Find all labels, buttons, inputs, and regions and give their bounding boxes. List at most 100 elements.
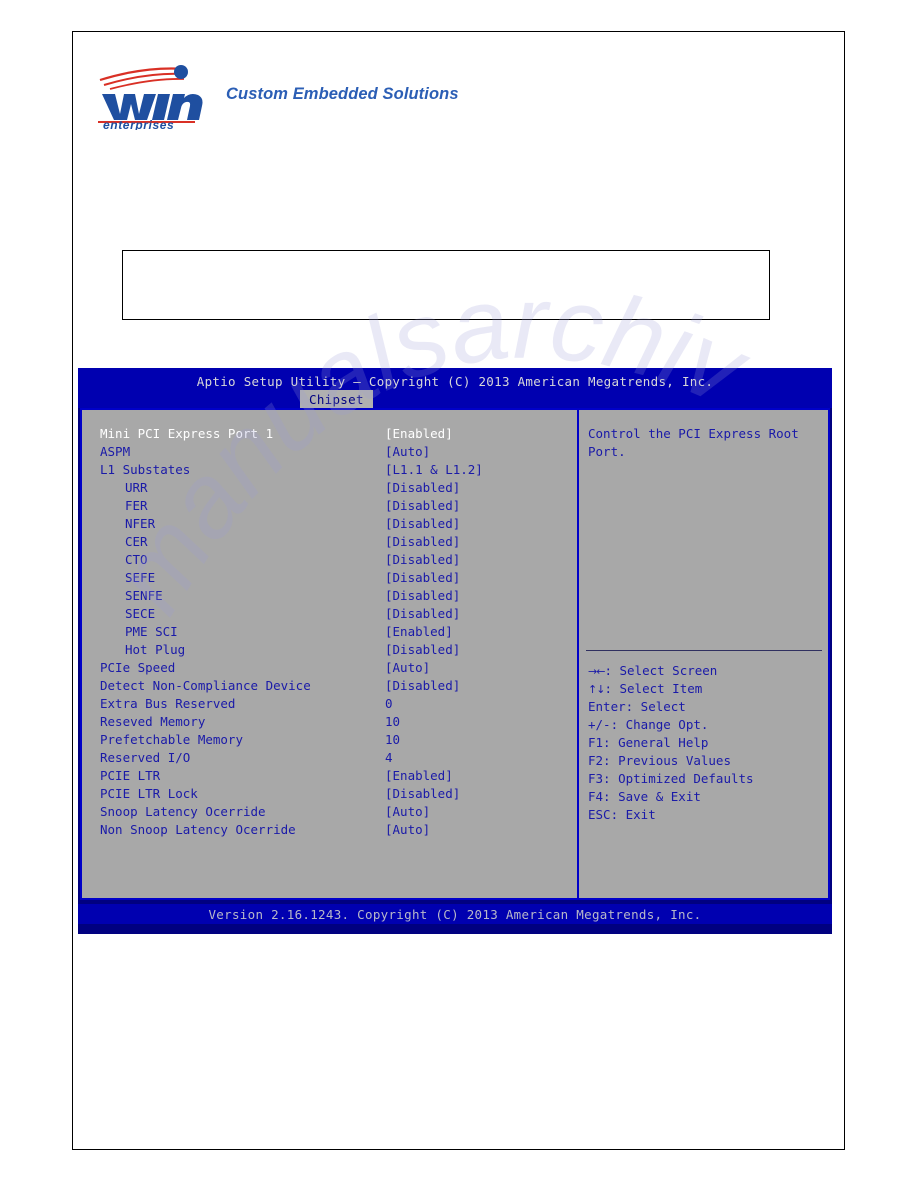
setting-label: Hot Plug (125, 642, 186, 657)
setting-value[interactable]: [Enabled] (385, 623, 453, 641)
arrow-keys-icon: ↑↓ (588, 683, 605, 696)
key-legend-row: →←: Select Screen (588, 662, 828, 680)
setting-label: PME SCI (125, 624, 178, 639)
setting-label: ASPM (100, 444, 131, 459)
setting-label: Snoop Latency Ocerride (100, 804, 266, 819)
setting-value[interactable]: [Disabled] (385, 533, 460, 551)
setting-label: PCIE LTR Lock (100, 786, 198, 801)
setting-value[interactable]: [Enabled] (385, 767, 453, 785)
setting-label: URR (125, 480, 148, 495)
setting-value[interactable]: [Disabled] (385, 677, 460, 695)
setting-value[interactable]: [Disabled] (385, 479, 460, 497)
key-legend-label: ESC: Exit (588, 807, 656, 822)
setting-label: FER (125, 498, 148, 513)
key-legend-row: F4: Save & Exit (588, 788, 828, 806)
setting-value[interactable]: [L1.1 & L1.2] (385, 461, 483, 479)
bios-help-panel: Control the PCI Express Root Port. →←: S… (581, 410, 828, 898)
key-legend-label: Enter: Select (588, 699, 686, 714)
setting-label: CER (125, 534, 148, 549)
key-legend-row: F1: General Help (588, 734, 828, 752)
setting-label: Extra Bus Reserved (100, 696, 236, 711)
setting-label: NFER (125, 516, 156, 531)
setting-row[interactable]: PME SCI [Enabled] (100, 623, 570, 641)
bios-title-text: Aptio Setup Utility – Copyright (C) 2013… (196, 374, 714, 389)
setting-value[interactable]: [Disabled] (385, 785, 460, 803)
setting-row[interactable]: NFER [Disabled] (100, 515, 570, 533)
setting-value[interactable]: [Disabled] (385, 551, 460, 569)
setting-row[interactable]: SENFE [Disabled] (100, 587, 570, 605)
company-logo-header: enterprises Custom Embedded Solutions (90, 58, 459, 130)
setting-row[interactable]: URR [Disabled] (100, 479, 570, 497)
setting-value[interactable]: 10 (385, 731, 400, 749)
setting-row[interactable]: L1 Substates [L1.1 & L1.2] (100, 461, 570, 479)
setting-value[interactable]: [Auto] (385, 821, 430, 839)
setting-label: PCIE LTR (100, 768, 161, 783)
setting-value[interactable]: [Disabled] (385, 515, 460, 533)
settings-list: Mini PCI Express Port 1 [Enabled] ASPM [Aut… (100, 425, 570, 839)
setting-value[interactable]: 4 (385, 749, 393, 767)
setting-label: SENFE (125, 588, 163, 603)
key-legend-row: F2: Previous Values (588, 752, 828, 770)
setting-row[interactable]: Detect Non-Compliance Device [Disabled] (100, 677, 570, 695)
logo-tagline: Custom Embedded Solutions (226, 84, 459, 103)
bios-settings-panel: Mini PCI Express Port 1 [Enabled] ASPM [Aut… (82, 410, 579, 898)
setting-row[interactable]: FER [Disabled] (100, 497, 570, 515)
setting-value[interactable]: [Disabled] (385, 587, 460, 605)
tab-chipset[interactable]: Chipset (300, 390, 373, 410)
setting-value[interactable]: [Enabled] (385, 425, 453, 443)
setting-label: SEFE (125, 570, 156, 585)
setting-value[interactable]: [Disabled] (385, 569, 460, 587)
setting-label: L1 Substates (100, 462, 191, 477)
setting-row[interactable]: PCIe Speed [Auto] (100, 659, 570, 677)
setting-label: Reseved Memory (100, 714, 206, 729)
setting-value[interactable]: [Auto] (385, 659, 430, 677)
key-legend-label: : Select Item (604, 681, 703, 696)
setting-row[interactable]: Non Snoop Latency Ocerride [Auto] (100, 821, 570, 839)
key-legend-label: F4: Save & Exit (588, 789, 701, 804)
setting-value[interactable]: 10 (385, 713, 400, 731)
setting-row[interactable]: Reseved Memory 10 (100, 713, 570, 731)
setting-label: Detect Non-Compliance Device (100, 678, 311, 693)
key-legend-row: F3: Optimized Defaults (588, 770, 828, 788)
setting-value[interactable]: [Auto] (385, 443, 430, 461)
bios-footer-bar: Version 2.16.1243. Copyright (C) 2013 Am… (78, 904, 832, 924)
win-enterprises-logo-icon: enterprises (90, 58, 208, 130)
key-legend-label: +/-: Change Opt. (588, 717, 709, 732)
svg-text:enterprises: enterprises (103, 118, 174, 130)
setting-row[interactable]: Extra Bus Reserved 0 (100, 695, 570, 713)
key-legend-list: →←: Select Screen ↑↓: Select Item Enter: S… (588, 662, 828, 824)
setting-row[interactable]: Hot Plug [Disabled] (100, 641, 570, 659)
setting-label: Reserved I/O (100, 750, 191, 765)
setting-row[interactable]: Snoop Latency Ocerride [Auto] (100, 803, 570, 821)
setting-row[interactable]: ASPM [Auto] (100, 443, 570, 461)
key-legend-row: ↑↓: Select Item (588, 680, 828, 698)
key-legend-label: F3: Optimized Defaults (588, 771, 754, 786)
setting-label: Non Snoop Latency Ocerride (100, 822, 296, 837)
setting-value[interactable]: [Disabled] (385, 497, 460, 515)
key-legend-label: F2: Previous Values (588, 753, 731, 768)
key-legend-label: F1: General Help (588, 735, 709, 750)
setting-label: SECE (125, 606, 156, 621)
setting-value[interactable]: [Auto] (385, 803, 430, 821)
setting-label: PCIe Speed (100, 660, 176, 675)
setting-row[interactable]: Prefetchable Memory 10 (100, 731, 570, 749)
bios-setup-screen: Aptio Setup Utility – Copyright (C) 2013… (78, 368, 832, 934)
arrow-keys-icon: →← (588, 665, 605, 678)
setting-row[interactable]: CER [Disabled] (100, 533, 570, 551)
setting-row[interactable]: Mini PCI Express Port 1 [Enabled] (100, 425, 570, 443)
setting-label: Mini PCI Express Port 1 (100, 426, 274, 441)
setting-value[interactable]: [Disabled] (385, 605, 460, 623)
setting-row[interactable]: SECE [Disabled] (100, 605, 570, 623)
setting-row[interactable]: PCIE LTR Lock [Disabled] (100, 785, 570, 803)
setting-label: Prefetchable Memory (100, 732, 243, 747)
bios-version-text: Version 2.16.1243. Copyright (C) 2013 Am… (208, 907, 702, 922)
setting-value[interactable]: 0 (385, 695, 393, 713)
empty-content-box (122, 250, 770, 320)
setting-row[interactable]: CTO [Disabled] (100, 551, 570, 569)
key-legend-row: ESC: Exit (588, 806, 828, 824)
setting-row[interactable]: Reserved I/O 4 (100, 749, 570, 767)
setting-row[interactable]: PCIE LTR [Enabled] (100, 767, 570, 785)
help-panel-divider (586, 650, 822, 651)
setting-value[interactable]: [Disabled] (385, 641, 460, 659)
setting-row[interactable]: SEFE [Disabled] (100, 569, 570, 587)
